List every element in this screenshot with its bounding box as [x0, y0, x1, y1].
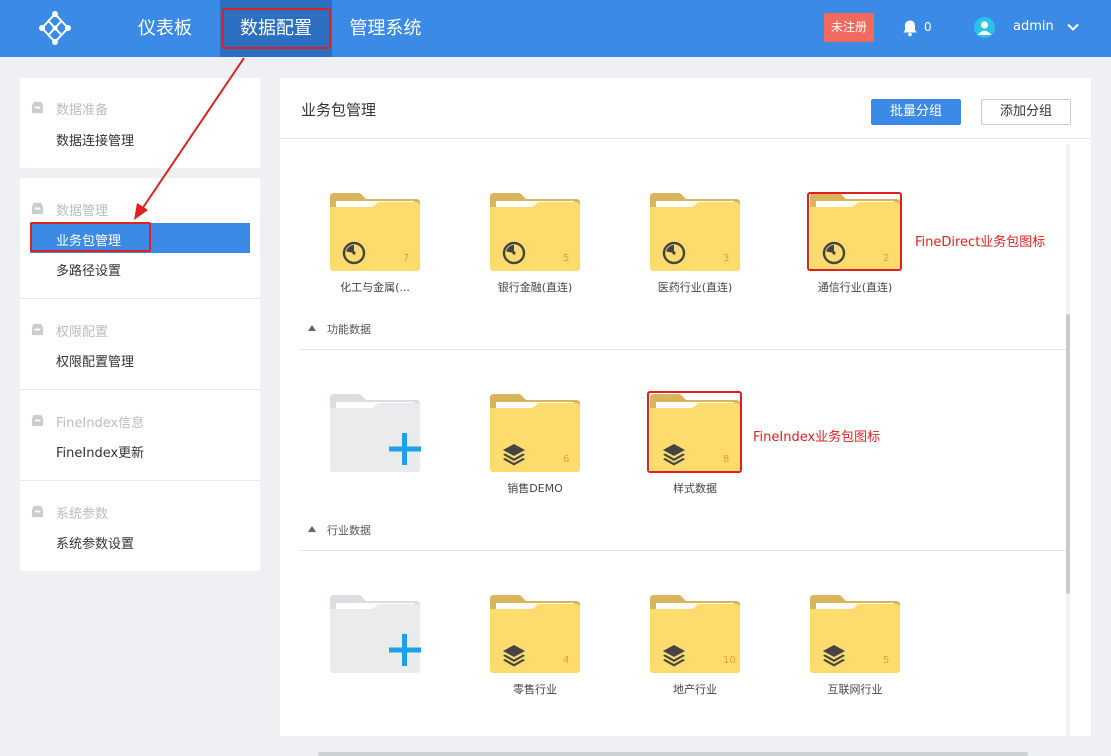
layers-icon [662, 643, 686, 667]
package-tile[interactable]: 5 银行金融(直连) [470, 191, 600, 301]
package-name: 互联网行业 [827, 683, 883, 696]
box-icon [30, 202, 45, 215]
divider [300, 550, 1066, 551]
package-tile[interactable]: 4 零售行业 [470, 593, 600, 703]
package-name: 银行金融(直连) [497, 281, 573, 294]
clock-icon [342, 241, 366, 265]
username[interactable]: admin [1013, 19, 1054, 34]
fineindex-highlight-box [647, 391, 742, 473]
unregistered-button[interactable]: 未注册 [824, 13, 874, 42]
sidebar-item-system-params[interactable]: 系统参数设置 [56, 533, 134, 552]
box-icon [30, 505, 45, 518]
bell-icon[interactable] [901, 19, 919, 37]
plus-icon [385, 630, 425, 670]
collapse-triangle-icon[interactable] [308, 325, 316, 331]
divider [280, 138, 1091, 139]
nav-management-system[interactable]: 管理系统 [338, 0, 433, 57]
package-tile[interactable]: 3 医药行业(直连) [630, 191, 760, 301]
scrollbar-thumb[interactable] [1066, 314, 1070, 594]
package-name: 样式数据 [673, 482, 717, 495]
sidebar-category: 数据管理 [56, 204, 109, 219]
package-count: 7 [403, 253, 410, 264]
sidebar-highlight-box [30, 222, 151, 252]
app-logo-icon[interactable] [36, 10, 74, 46]
nav-dashboard[interactable]: 仪表板 [120, 0, 210, 57]
sidebar-item-permission[interactable]: 权限配置管理 [56, 351, 134, 370]
package-tile[interactable]: 5 互联网行业 [790, 593, 920, 703]
plus-icon [385, 429, 425, 469]
divider [20, 298, 260, 299]
clock-icon [502, 241, 526, 265]
package-name: 地产行业 [673, 683, 717, 696]
package-count: 5 [883, 655, 890, 666]
sidebar-item-fineindex-update[interactable]: FineIndex更新 [56, 442, 144, 461]
main-panel: 业务包管理 批量分组 添加分组 7 化工与金属(... 5 银行金融(直连) 3… [280, 78, 1091, 736]
sidebar-item-multipath[interactable]: 多路径设置 [56, 260, 121, 279]
package-tile[interactable]: 6 销售DEMO [470, 392, 600, 502]
add-package-tile[interactable] [310, 593, 440, 703]
layers-icon [502, 643, 526, 667]
batch-group-button[interactable]: 批量分组 [871, 99, 961, 125]
user-icon [977, 21, 992, 35]
horizontal-scrollbar[interactable] [318, 752, 1028, 756]
group-title[interactable]: 功能数据 [327, 321, 371, 337]
fineindex-annotation: FineIndex业务包图标 [753, 430, 881, 445]
layers-icon [502, 442, 526, 466]
sidebar-category: FineIndex信息 [56, 416, 145, 431]
package-count: 3 [723, 253, 730, 264]
box-icon [30, 101, 45, 114]
notification-count: 0 [924, 20, 932, 34]
page-title: 业务包管理 [301, 101, 377, 119]
package-count: 4 [563, 655, 570, 666]
add-package-tile[interactable] [310, 392, 440, 502]
sidebar-item-data-connection[interactable]: 数据连接管理 [56, 130, 134, 149]
sidebar-group-data-prep: 数据准备 数据连接管理 [20, 78, 260, 168]
divider [20, 389, 260, 390]
clock-icon [662, 241, 686, 265]
layers-icon [822, 643, 846, 667]
package-name: 通信行业(直连) [817, 281, 893, 294]
top-bar: 仪表板 数据配置 管理系统 未注册 0 admin [0, 0, 1111, 57]
package-name: 医药行业(直连) [657, 281, 733, 294]
chevron-down-icon[interactable] [1066, 20, 1080, 34]
finedirect-highlight-box [807, 192, 902, 271]
divider [300, 349, 1066, 350]
group-title[interactable]: 行业数据 [327, 522, 371, 538]
divider [20, 480, 260, 481]
box-icon [30, 323, 45, 336]
collapse-triangle-icon[interactable] [308, 526, 316, 532]
package-count: 10 [723, 655, 736, 666]
package-tile[interactable]: 7 化工与金属(... [310, 191, 440, 301]
sidebar-category: 数据准备 [56, 103, 109, 118]
avatar[interactable] [974, 17, 995, 38]
sidebar-category: 权限配置 [56, 325, 109, 340]
package-count: 5 [563, 253, 570, 264]
finedirect-annotation: FineDirect业务包图标 [915, 235, 1046, 250]
box-icon [30, 414, 45, 427]
package-tile[interactable]: 10 地产行业 [630, 593, 760, 703]
package-name: 化工与金属(... [340, 281, 410, 294]
package-count: 6 [563, 454, 570, 465]
sidebar-category: 系统参数 [56, 507, 109, 522]
add-group-button[interactable]: 添加分组 [981, 99, 1071, 125]
package-name: 销售DEMO [507, 482, 563, 495]
package-name: 零售行业 [513, 683, 557, 696]
nav-highlight-box [222, 8, 331, 49]
